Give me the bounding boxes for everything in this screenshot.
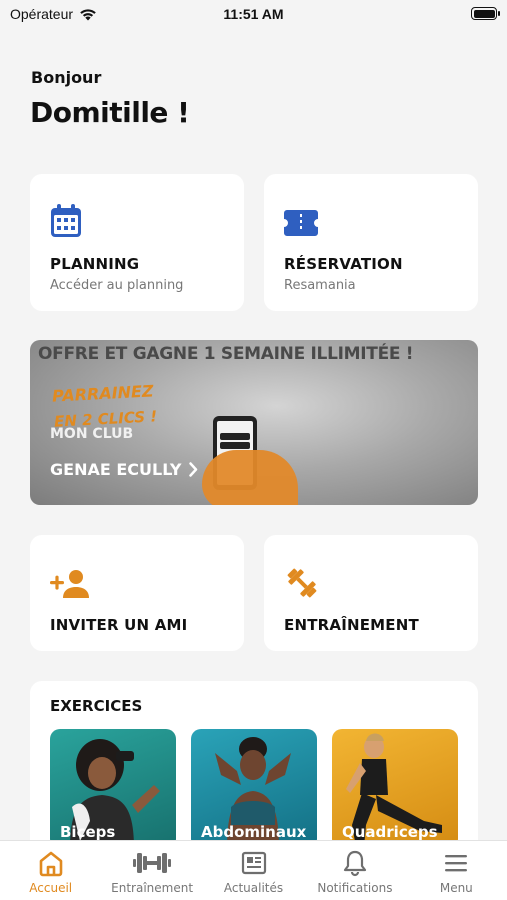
tab-label: Actualités bbox=[223, 881, 284, 895]
dumbbell-icon bbox=[133, 853, 172, 873]
bell-icon bbox=[343, 850, 367, 877]
banner-headline: OFFRE ET GAGNE 1 SEMAINE ILLIMITÉE ! bbox=[38, 344, 414, 364]
exercise-tile-abdominaux[interactable]: Abdominaux bbox=[191, 729, 317, 849]
user-name-heading: Domitille ! bbox=[30, 96, 190, 129]
tab-label: Notifications bbox=[317, 881, 393, 895]
greeting-text: Bonjour bbox=[31, 68, 102, 87]
club-name: GENAE ECULLY bbox=[50, 460, 182, 479]
training-title: ENTRAÎNEMENT bbox=[284, 616, 419, 634]
home-icon bbox=[39, 851, 63, 877]
reservation-subtitle: Resamania bbox=[284, 278, 356, 293]
club-name-link[interactable]: GENAE ECULLY bbox=[50, 460, 198, 479]
planning-title: PLANNING bbox=[50, 255, 140, 273]
exercise-label: Quadriceps bbox=[342, 823, 438, 841]
promo-text-line1: PARRAINEZ bbox=[51, 381, 154, 406]
tab-accueil[interactable]: Accueil bbox=[0, 841, 101, 900]
add-user-icon bbox=[50, 569, 90, 603]
reservation-card[interactable]: RÉSERVATION Resamania bbox=[264, 174, 478, 311]
planning-card[interactable]: PLANNING Accéder au planning bbox=[30, 174, 244, 311]
tab-notifications[interactable]: Notifications bbox=[304, 841, 405, 900]
clock: 11:51 AM bbox=[223, 6, 284, 22]
ticket-icon bbox=[284, 210, 318, 240]
calendar-icon bbox=[50, 204, 82, 242]
invite-friend-title: INVITER UN AMI bbox=[50, 616, 188, 634]
exercise-label: Abdominaux bbox=[201, 823, 307, 841]
club-label: MON CLUB bbox=[50, 426, 134, 442]
dumbbell-icon bbox=[284, 565, 320, 605]
tab-actualites[interactable]: Actualités bbox=[203, 841, 304, 900]
bottom-tab-bar: Accueil Entraînement Actualités Notifica… bbox=[0, 840, 507, 900]
hand-illustration bbox=[202, 450, 298, 505]
tab-label: Accueil bbox=[29, 881, 73, 895]
tab-entrainement[interactable]: Entraînement bbox=[101, 841, 202, 900]
exercises-title: EXERCICES bbox=[50, 697, 143, 715]
invite-friend-card[interactable]: INVITER UN AMI bbox=[30, 535, 244, 651]
exercise-tile-biceps[interactable]: Biceps bbox=[50, 729, 176, 849]
tab-menu[interactable]: Menu bbox=[406, 841, 507, 900]
battery-icon bbox=[471, 7, 500, 20]
hamburger-menu-icon bbox=[445, 855, 468, 872]
tab-label: Entraînement bbox=[111, 881, 194, 895]
status-bar: Opérateur 11:51 AM bbox=[0, 0, 507, 30]
tab-label: Menu bbox=[439, 881, 473, 895]
training-card[interactable]: ENTRAÎNEMENT bbox=[264, 535, 478, 651]
club-promo-banner[interactable]: OFFRE ET GAGNE 1 SEMAINE ILLIMITÉE ! PAR… bbox=[30, 340, 478, 505]
exercise-tile-quadriceps[interactable]: Quadriceps bbox=[332, 729, 458, 849]
reservation-title: RÉSERVATION bbox=[284, 255, 403, 273]
planning-subtitle: Accéder au planning bbox=[50, 278, 184, 293]
newspaper-icon bbox=[241, 851, 266, 875]
chevron-right-icon bbox=[189, 462, 198, 477]
exercise-label: Biceps bbox=[60, 823, 116, 841]
